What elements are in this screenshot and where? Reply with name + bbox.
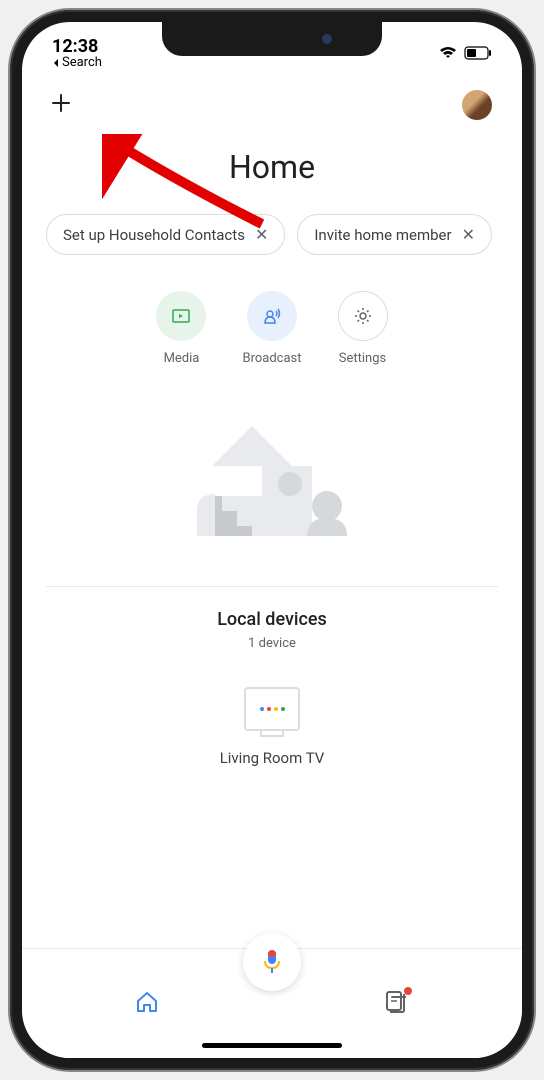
nav-activity[interactable] <box>384 989 410 1019</box>
status-left: 12:38 Search <box>52 36 102 70</box>
tv-icon <box>244 687 300 731</box>
chip-label: Invite home member <box>314 226 451 244</box>
profile-avatar[interactable] <box>460 88 494 122</box>
back-to-search[interactable]: Search <box>52 55 102 70</box>
header <box>22 74 522 132</box>
settings-action[interactable]: Settings <box>338 291 388 366</box>
close-icon[interactable]: ✕ <box>462 225 475 244</box>
plus-icon <box>50 92 72 114</box>
action-label: Media <box>164 351 200 366</box>
device-label: Living Room TV <box>220 749 325 767</box>
broadcast-icon <box>261 305 283 327</box>
add-button[interactable] <box>50 92 72 119</box>
chip-household-contacts[interactable]: Set up Household Contacts ✕ <box>46 214 285 255</box>
battery-icon <box>464 46 492 60</box>
local-devices-title: Local devices <box>22 609 522 630</box>
back-triangle-icon <box>52 58 60 68</box>
back-label: Search <box>62 55 102 70</box>
page-title: Home <box>22 148 522 186</box>
gear-icon <box>352 305 374 327</box>
chip-invite-member[interactable]: Invite home member ✕ <box>297 214 492 255</box>
media-icon-circle <box>156 291 206 341</box>
action-label: Settings <box>339 351 386 366</box>
local-devices-section: Local devices 1 device <box>22 587 522 671</box>
action-label: Broadcast <box>242 351 301 366</box>
assistant-mic-button[interactable] <box>243 933 301 991</box>
home-icon <box>134 989 160 1015</box>
suggestion-chips: Set up Household Contacts ✕ Invite home … <box>22 214 522 255</box>
screen: 12:38 Search <box>22 22 522 1058</box>
quick-actions: Media Broadcast Settings <box>22 291 522 366</box>
close-icon[interactable]: ✕ <box>255 225 268 244</box>
local-devices-count: 1 device <box>22 636 522 651</box>
nav-home[interactable] <box>134 989 160 1019</box>
device-living-room-tv[interactable]: Living Room TV <box>202 687 342 767</box>
notch <box>162 22 382 56</box>
broadcast-action[interactable]: Broadcast <box>242 291 301 366</box>
home-indicator[interactable] <box>202 1043 342 1048</box>
house-illustration <box>22 406 522 556</box>
settings-icon-circle <box>338 291 388 341</box>
media-icon <box>170 305 192 327</box>
bottom-nav <box>22 948 522 1058</box>
mic-icon <box>261 948 283 976</box>
chip-label: Set up Household Contacts <box>63 226 245 244</box>
phone-frame: 12:38 Search <box>10 10 534 1070</box>
media-action[interactable]: Media <box>156 291 206 366</box>
status-time: 12:38 <box>52 36 98 57</box>
status-right <box>438 46 492 60</box>
activity-icon <box>384 989 410 1015</box>
wifi-icon <box>438 46 458 60</box>
google-dots-icon <box>260 707 285 711</box>
broadcast-icon-circle <box>247 291 297 341</box>
